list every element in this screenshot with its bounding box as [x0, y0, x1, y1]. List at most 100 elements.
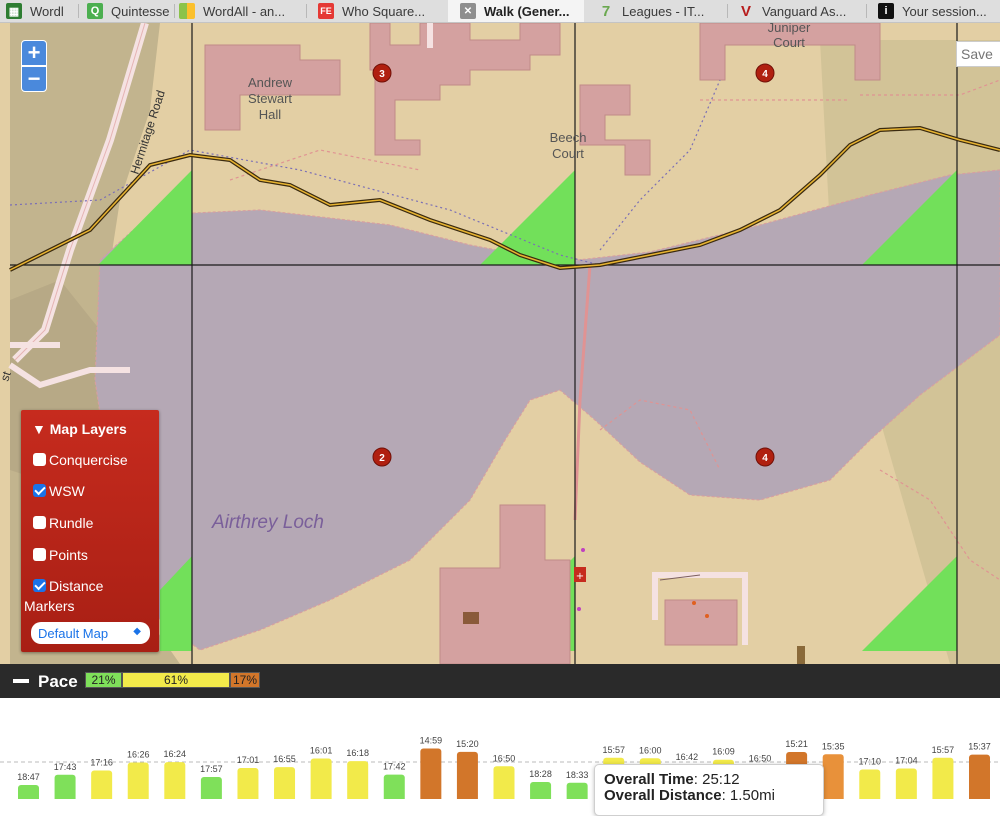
split-label: 15:21 — [785, 739, 808, 749]
split-bar[interactable] — [822, 754, 844, 799]
split-label: 14:59 — [420, 736, 443, 746]
split-label: 17:04 — [895, 756, 918, 766]
split-label: 16:18 — [346, 748, 369, 758]
split-label: 17:16 — [90, 757, 113, 767]
checkbox[interactable] — [33, 516, 46, 529]
save-input[interactable] — [956, 41, 1000, 67]
close-icon[interactable]: ✕ — [460, 3, 476, 19]
split-bar[interactable] — [456, 751, 478, 799]
layer-label-continued: Markers — [24, 598, 75, 614]
map-layers-panel: ▼ Map Layers Conquercise WSW Rundle Poin… — [21, 410, 159, 652]
pace-segment-slow: 17% — [230, 672, 260, 688]
layer-label: WSW — [49, 483, 85, 499]
split-label: 16:55 — [273, 754, 296, 764]
building-label: Hall — [259, 107, 282, 122]
split-label: 16:00 — [639, 745, 662, 755]
split-label: 16:01 — [310, 745, 333, 755]
tab-label: Wordl — [30, 3, 64, 19]
split-label: 15:57 — [932, 745, 955, 755]
distance-marker[interactable]: 4 — [755, 447, 775, 467]
building-label: Court — [552, 146, 584, 161]
distance-marker[interactable]: 4 — [755, 63, 775, 83]
checkbox[interactable] — [33, 453, 46, 466]
split-label: 17:01 — [237, 755, 260, 765]
split-label: 16:42 — [676, 752, 699, 762]
layer-conquercise[interactable]: Conquercise — [33, 452, 128, 468]
distance-marker[interactable]: 3 — [372, 63, 392, 83]
tab-wordl[interactable]: ▦ Wordl — [6, 0, 76, 22]
tab-who-squared[interactable]: FE Who Square... — [318, 0, 444, 22]
base-map-select[interactable]: Default Map ◆ — [31, 622, 150, 644]
tab-vanguard[interactable]: V Vanguard As... — [738, 0, 864, 22]
collapse-icon[interactable] — [13, 679, 29, 683]
split-bar[interactable] — [164, 762, 186, 799]
split-bar[interactable] — [420, 748, 442, 799]
map-select-value: Default Map — [38, 625, 109, 641]
split-bar[interactable] — [566, 782, 588, 799]
split-label: 15:20 — [456, 739, 479, 749]
tab-your-session[interactable]: i Your session... — [878, 0, 1000, 22]
split-bar[interactable] — [895, 768, 917, 799]
pace-bar: Pace 21% 61% 17% — [0, 664, 1000, 698]
tab-wordall[interactable]: WordAll - an... — [179, 0, 304, 22]
map-layers-toggle[interactable]: ▼ Map Layers — [32, 421, 127, 437]
split-bar[interactable] — [493, 766, 515, 799]
overall-distance-label: Overall Distance — [604, 787, 722, 804]
layer-label: Conquercise — [49, 452, 128, 468]
tab-label: Quintesse — [111, 3, 170, 19]
split-bar[interactable] — [274, 767, 296, 799]
split-bar[interactable] — [18, 785, 39, 799]
split-chart: 18:47 17:43 17:16 16:26 16:24 17:57 17:01 16:55… — [0, 698, 1000, 799]
split-bar[interactable] — [859, 769, 881, 799]
split-bar[interactable] — [347, 761, 369, 799]
split-label: 17:43 — [54, 762, 77, 772]
layer-rundle[interactable]: Rundle — [33, 515, 93, 531]
split-bar[interactable] — [969, 754, 990, 799]
checkbox[interactable] — [33, 548, 46, 561]
split-label: 17:42 — [383, 762, 406, 772]
split-bar[interactable] — [91, 770, 113, 799]
loch-label: Airthrey Loch — [211, 512, 324, 533]
checkbox[interactable] — [33, 579, 46, 592]
split-label: 16:24 — [164, 749, 187, 759]
tab-quintessential[interactable]: Q Quintesse — [87, 0, 173, 22]
layer-label: Points — [49, 547, 88, 563]
tab-label: Leagues - IT... — [622, 3, 705, 19]
distance-marker[interactable]: 2 — [372, 447, 392, 467]
svg-text:2: 2 — [379, 453, 385, 464]
zoom-in-button[interactable]: + — [21, 40, 47, 66]
checkbox[interactable] — [33, 484, 46, 497]
split-label: 15:57 — [602, 745, 625, 755]
zoom-out-button[interactable]: − — [21, 66, 47, 92]
tab-label: WordAll - an... — [203, 3, 286, 19]
split-label: 16:50 — [493, 753, 516, 763]
colorgrid-icon — [179, 3, 195, 19]
tab-label: Vanguard As... — [762, 3, 847, 19]
split-bar[interactable] — [54, 774, 76, 799]
split-label: 18:47 — [17, 772, 40, 782]
split-bar[interactable] — [932, 757, 954, 799]
split-label: 17:10 — [859, 756, 882, 766]
tab-leagues[interactable]: 7 Leagues - IT... — [598, 0, 724, 22]
split-label: 15:37 — [968, 742, 991, 752]
building-label: Juniper — [768, 23, 811, 35]
split-bar[interactable] — [310, 758, 332, 799]
overall-distance-value: : 1.50mi — [721, 787, 775, 804]
summary-tooltip: Overall Time: 25:12 Overall Distance: 1.… — [594, 764, 824, 816]
split-bar[interactable] — [237, 768, 259, 799]
split-bar[interactable] — [383, 774, 405, 799]
overall-time-value: : 25:12 — [693, 771, 740, 788]
split-bar[interactable] — [530, 781, 552, 799]
split-label: 17:57 — [200, 764, 223, 774]
q-icon: Q — [87, 3, 103, 19]
split-bar[interactable] — [127, 762, 149, 799]
building-label: Beech — [550, 130, 587, 145]
layer-label: Distance — [49, 578, 104, 594]
layer-points[interactable]: Points — [33, 547, 88, 563]
layer-distance-markers[interactable]: Distance — [33, 578, 103, 594]
split-bar[interactable] — [200, 777, 222, 799]
building-label: Stewart — [248, 91, 292, 106]
tab-walk[interactable]: ✕ Walk (Gener... — [448, 0, 584, 22]
layer-wsw[interactable]: WSW — [33, 483, 85, 499]
tab-label: Walk (Gener... — [484, 3, 570, 19]
